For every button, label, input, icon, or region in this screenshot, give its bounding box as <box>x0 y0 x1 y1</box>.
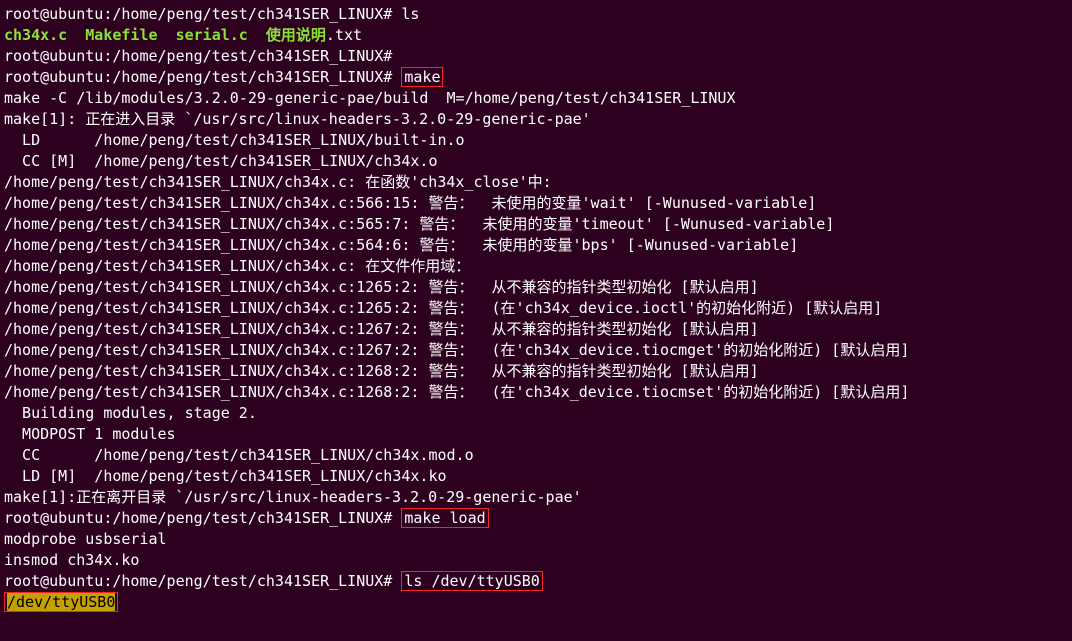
output-line: CC [M] /home/peng/test/ch341SER_LINUX/ch… <box>4 151 1068 172</box>
warning-line: /home/peng/test/ch341SER_LINUX/ch34x.c:5… <box>4 235 1068 256</box>
warning-line: /home/peng/test/ch341SER_LINUX/ch34x.c:1… <box>4 298 1068 319</box>
prompt-line: root@ubuntu:/home/peng/test/ch341SER_LIN… <box>4 508 1068 529</box>
file: 使用说明 <box>266 26 326 44</box>
file: Makefile <box>85 26 175 44</box>
output-line: MODPOST 1 modules <box>4 424 1068 445</box>
output-line: insmod ch34x.ko <box>4 550 1068 571</box>
highlight-box: /dev/ttyUSB0 <box>4 592 118 612</box>
terminal[interactable]: root@ubuntu:/home/peng/test/ch341SER_LIN… <box>4 4 1068 613</box>
warning-line: /home/peng/test/ch341SER_LINUX/ch34x.c:5… <box>4 193 1068 214</box>
output-line: LD /home/peng/test/ch341SER_LINUX/built-… <box>4 130 1068 151</box>
prompt: root@ubuntu:/home/peng/test/ch341SER_LIN… <box>4 68 401 86</box>
warning-line: /home/peng/test/ch341SER_LINUX/ch34x.c:1… <box>4 319 1068 340</box>
prompt: root@ubuntu:/home/peng/test/ch341SER_LIN… <box>4 47 392 65</box>
command-highlighted: ls /dev/ttyUSB0 <box>401 571 542 591</box>
output-line: /home/peng/test/ch341SER_LINUX/ch34x.c: … <box>4 256 1068 277</box>
warning-line: /home/peng/test/ch341SER_LINUX/ch34x.c:5… <box>4 214 1068 235</box>
file: ch34x.c <box>4 26 85 44</box>
ls-output: ch34x.c Makefile serial.c 使用说明.txt <box>4 25 1068 46</box>
warning-line: /home/peng/test/ch341SER_LINUX/ch34x.c:1… <box>4 361 1068 382</box>
warning-line: /home/peng/test/ch341SER_LINUX/ch34x.c:1… <box>4 340 1068 361</box>
output-line: Building modules, stage 2. <box>4 403 1068 424</box>
prompt: root@ubuntu:/home/peng/test/ch341SER_LIN… <box>4 509 401 527</box>
output-line: make -C /lib/modules/3.2.0-29-generic-pa… <box>4 88 1068 109</box>
warning-line: /home/peng/test/ch341SER_LINUX/ch34x.c:1… <box>4 382 1068 403</box>
prompt-line: root@ubuntu:/home/peng/test/ch341SER_LIN… <box>4 46 1068 67</box>
file-ext: .txt <box>326 26 362 44</box>
command-highlighted: make load <box>401 508 488 528</box>
device-path: /dev/ttyUSB0 <box>7 593 115 611</box>
prompt: root@ubuntu:/home/peng/test/ch341SER_LIN… <box>4 5 401 23</box>
device-output: /dev/ttyUSB0 <box>4 592 1068 613</box>
prompt: root@ubuntu:/home/peng/test/ch341SER_LIN… <box>4 572 401 590</box>
output-line: /home/peng/test/ch341SER_LINUX/ch34x.c: … <box>4 172 1068 193</box>
file: serial.c <box>176 26 266 44</box>
output-line: make[1]:正在离开目录 `/usr/src/linux-headers-3… <box>4 487 1068 508</box>
prompt-line: root@ubuntu:/home/peng/test/ch341SER_LIN… <box>4 571 1068 592</box>
output-line: make[1]: 正在进入目录 `/usr/src/linux-headers-… <box>4 109 1068 130</box>
command-highlighted: make <box>401 67 443 87</box>
command: ls <box>401 5 419 23</box>
output-line: CC /home/peng/test/ch341SER_LINUX/ch34x.… <box>4 445 1068 466</box>
output-line: modprobe usbserial <box>4 529 1068 550</box>
prompt-line: root@ubuntu:/home/peng/test/ch341SER_LIN… <box>4 67 1068 88</box>
prompt-line: root@ubuntu:/home/peng/test/ch341SER_LIN… <box>4 4 1068 25</box>
warning-line: /home/peng/test/ch341SER_LINUX/ch34x.c:1… <box>4 277 1068 298</box>
output-line: LD [M] /home/peng/test/ch341SER_LINUX/ch… <box>4 466 1068 487</box>
